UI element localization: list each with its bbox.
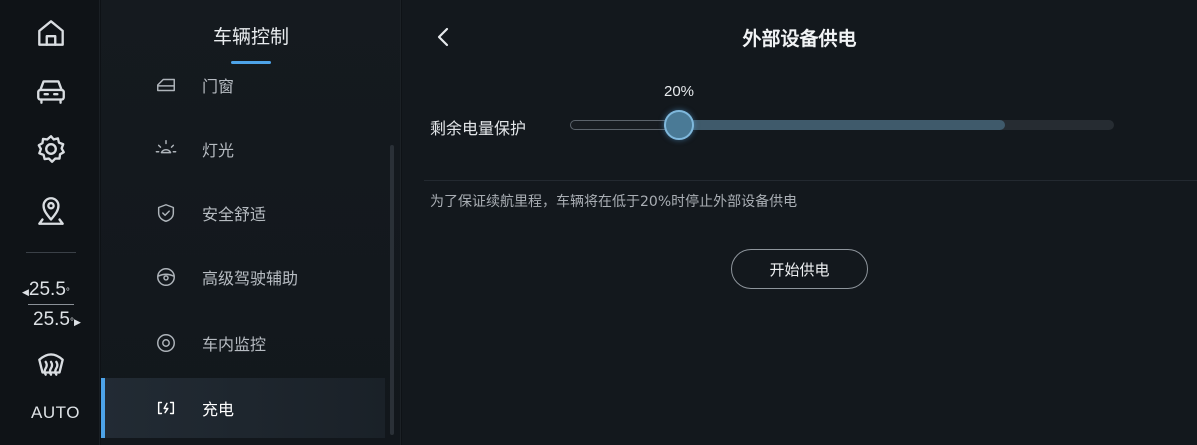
menu-item-lights[interactable]: 灯光 [101, 119, 385, 179]
rail-divider [26, 252, 76, 253]
auto-button[interactable]: AUTO [31, 403, 80, 423]
temp-right-value: 25.5 [33, 309, 70, 330]
slider-min-segment [570, 120, 679, 130]
settings-icon[interactable] [32, 130, 70, 168]
start-power-supply-button[interactable]: 开始供电 [731, 249, 868, 289]
map-pin-icon[interactable] [32, 192, 70, 230]
defrost-icon[interactable] [32, 345, 70, 383]
menu-title: 车辆控制 [212, 26, 289, 48]
menu-item-label: 高级驾驶辅助 [202, 269, 299, 288]
menu-scrollbar[interactable] [390, 145, 394, 435]
shield-icon [153, 200, 179, 226]
menu-item-safety-comfort[interactable]: 安全舒适 [101, 183, 385, 243]
vehicle-control-menu: 车辆控制 门窗 灯光 安全舒适 高级驾驶辅助 车内监控 充电 [101, 0, 401, 445]
temp-left-unit: ° [65, 287, 70, 298]
temp-left-value: 25.5 [28, 279, 66, 300]
menu-item-door-window[interactable]: 门窗 [101, 55, 385, 115]
charging-icon [153, 395, 179, 421]
menu-item-cabin-monitor[interactable]: 车内监控 [101, 313, 385, 373]
camera-icon [153, 330, 179, 356]
battery-protection-hint: 为了保证续航里程，车辆将在低于20%时停止外部设备供电 [430, 194, 798, 210]
light-icon [153, 136, 179, 162]
left-rail: ◀25.5° 25.5°▶ AUTO [0, 0, 100, 445]
menu-item-label: 安全舒适 [202, 205, 267, 224]
menu-item-label: 灯光 [202, 141, 235, 160]
main-content: 外部设备供电 剩余电量保护 20% 为了保证续航里程，车辆将在低于20%时停止外… [402, 0, 1197, 445]
temp-left[interactable]: ◀25.5° [22, 279, 70, 301]
menu-item-adas[interactable]: 高级驾驶辅助 [101, 247, 385, 307]
page-title: 外部设备供电 [742, 28, 857, 50]
slider-thumb[interactable] [664, 110, 694, 140]
temp-separator [28, 304, 74, 305]
battery-protection-value: 20% [663, 83, 695, 100]
menu-item-charging[interactable]: 充电 [101, 378, 385, 438]
temp-right-arrow-icon: ▶ [73, 317, 81, 327]
battery-protection-label: 剩余电量保护 [430, 119, 527, 138]
menu-item-label: 充电 [202, 400, 235, 419]
slider-fill [679, 120, 1005, 130]
content-divider [424, 180, 1197, 181]
temp-right[interactable]: 25.5°▶ [33, 309, 81, 331]
battery-protection-slider[interactable] [570, 110, 1114, 140]
door-icon [153, 72, 179, 98]
home-icon[interactable] [32, 14, 70, 52]
menu-item-label: 车内监控 [202, 335, 267, 354]
car-icon[interactable] [32, 72, 70, 110]
steering-wheel-icon [153, 264, 179, 290]
temp-left-arrow-icon: ◀ [22, 287, 29, 297]
menu-item-label: 门窗 [202, 77, 235, 96]
